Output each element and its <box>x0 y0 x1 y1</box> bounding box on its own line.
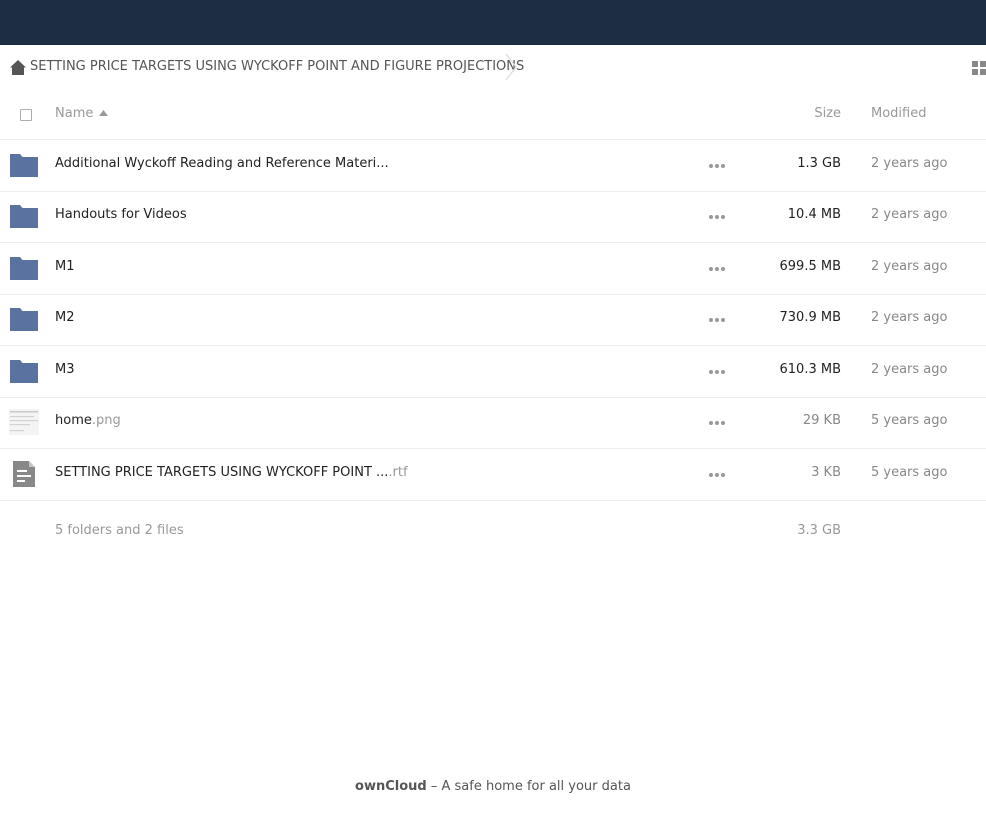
file-row[interactable]: Handouts for Videos 10.4 MB 2 years ago <box>0 191 986 243</box>
file-row[interactable]: SETTING PRICE TARGETS USING WYCKOFF POIN… <box>0 449 986 501</box>
file-row[interactable]: Additional Wyckoff Reading and Reference… <box>0 140 986 192</box>
image-thumbnail-icon <box>9 409 39 435</box>
file-name[interactable]: SETTING PRICE TARGETS USING WYCKOFF POIN… <box>55 465 408 480</box>
footer: ownCloud – A safe home for all your data <box>0 779 986 794</box>
file-row[interactable]: M1 699.5 MB 2 years ago <box>0 243 986 295</box>
file-name[interactable]: Additional Wyckoff Reading and Reference… <box>55 156 389 171</box>
file-name[interactable]: Handouts for Videos <box>55 207 187 222</box>
footer-brand[interactable]: ownCloud <box>355 779 427 794</box>
file-size: 610.3 MB <box>779 362 841 377</box>
more-actions-icon[interactable] <box>708 317 726 323</box>
file-modified: 5 years ago <box>871 413 948 428</box>
file-size: 3 KB <box>811 465 841 480</box>
breadcrumb-current-folder[interactable]: SETTING PRICE TARGETS USING WYCKOFF POIN… <box>30 59 524 74</box>
file-basename: M1 <box>55 259 75 274</box>
more-actions-icon[interactable] <box>708 214 726 220</box>
file-size: 730.9 MB <box>779 310 841 325</box>
footer-tagline: – A safe home for all your data <box>426 779 631 794</box>
name-column-header[interactable]: Name <box>55 106 93 121</box>
folder-icon <box>10 154 38 177</box>
document-icon <box>13 461 35 487</box>
folder-icon <box>10 360 38 383</box>
file-modified: 5 years ago <box>871 465 948 480</box>
more-actions-icon[interactable] <box>708 266 726 272</box>
file-size: 699.5 MB <box>779 259 841 274</box>
folder-icon <box>10 308 38 331</box>
size-column-header[interactable]: Size <box>760 106 841 121</box>
file-basename: M2 <box>55 310 75 325</box>
sort-ascending-icon[interactable] <box>99 110 108 116</box>
file-count-summary: 5 folders and 2 files <box>55 523 184 538</box>
more-actions-icon[interactable] <box>708 369 726 375</box>
more-actions-icon[interactable] <box>708 163 726 169</box>
file-size: 29 KB <box>802 413 841 428</box>
file-name[interactable]: M2 <box>55 310 75 325</box>
file-basename: M3 <box>55 362 75 377</box>
file-extension: .png <box>91 413 121 428</box>
file-basename: home <box>55 413 92 428</box>
file-modified: 2 years ago <box>871 156 948 171</box>
file-modified: 2 years ago <box>871 310 948 325</box>
file-row[interactable]: M3 610.3 MB 2 years ago <box>0 346 986 398</box>
folder-icon <box>10 257 38 280</box>
file-name[interactable]: M1 <box>55 259 75 274</box>
file-size: 10.4 MB <box>787 207 841 222</box>
top-navigation-bar <box>0 0 986 45</box>
folder-icon <box>10 205 38 228</box>
select-all-checkbox[interactable] <box>20 109 32 121</box>
file-row[interactable]: home.png 29 KB 5 years ago <box>0 397 986 449</box>
file-basename: SETTING PRICE TARGETS USING WYCKOFF POIN… <box>55 465 389 480</box>
modified-column-header[interactable]: Modified <box>871 106 926 121</box>
file-modified: 2 years ago <box>871 259 948 274</box>
file-row[interactable]: M2 730.9 MB 2 years ago <box>0 294 986 346</box>
file-basename: Handouts for Videos <box>55 207 187 222</box>
file-name[interactable]: M3 <box>55 362 75 377</box>
grid-view-icon[interactable] <box>972 60 986 75</box>
file-modified: 2 years ago <box>871 207 948 222</box>
file-basename: Additional Wyckoff Reading and Reference… <box>55 156 389 171</box>
home-icon[interactable] <box>10 60 26 75</box>
breadcrumb-separator-icon <box>505 53 517 81</box>
file-name[interactable]: home.png <box>55 413 121 428</box>
more-actions-icon[interactable] <box>708 420 726 426</box>
total-size-summary: 3.3 GB <box>797 523 841 538</box>
file-extension: .rtf <box>388 465 408 480</box>
file-modified: 2 years ago <box>871 362 948 377</box>
file-size: 1.3 GB <box>797 156 841 171</box>
more-actions-icon[interactable] <box>708 472 726 478</box>
